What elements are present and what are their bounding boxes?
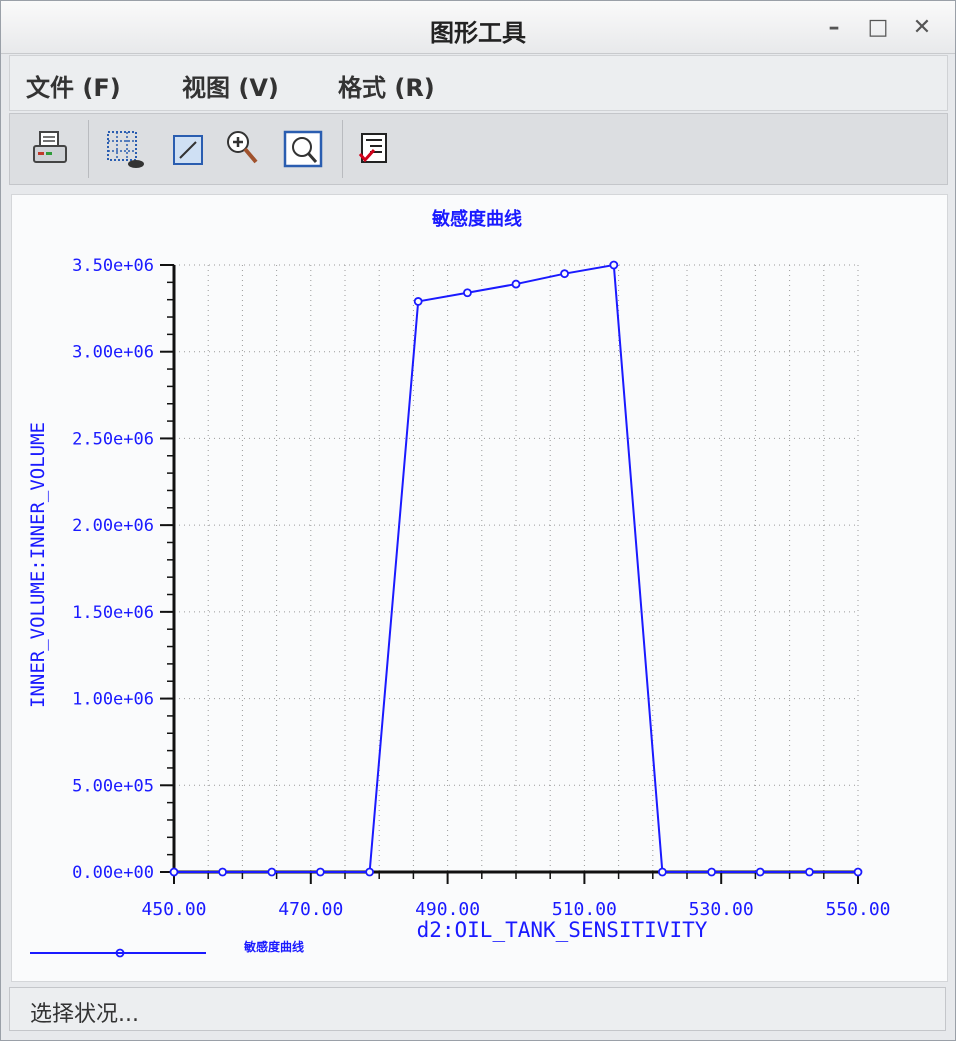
chart-title: 敏感度曲线 — [431, 208, 522, 230]
data-point — [413, 297, 423, 306]
data-point — [805, 867, 814, 877]
y-tick-label: 2.50e+06 — [72, 429, 154, 449]
data-point — [560, 269, 569, 279]
data-point — [365, 867, 375, 877]
y-tick-label: 3.00e+06 — [72, 343, 154, 363]
zoom-in-icon[interactable] — [220, 126, 266, 172]
x-tick-label: 470.00 — [278, 899, 343, 920]
legend: 敏感度曲线 — [30, 939, 304, 958]
data-point — [609, 260, 619, 270]
menu-file[interactable]: 文件 (F) — [26, 68, 121, 103]
data-point — [169, 867, 179, 877]
data-point — [315, 867, 325, 877]
data-point — [511, 279, 521, 289]
data-point — [218, 867, 227, 877]
x-tick-label: 490.00 — [415, 899, 480, 920]
title-bar: 图形工具 – □ ✕ — [1, 1, 955, 54]
status-text: 选择状况... — [30, 1002, 139, 1027]
legend-label: 敏感度曲线 — [243, 939, 304, 954]
minimize-button[interactable]: – — [819, 13, 849, 43]
plot-area[interactable]: 0.00e+00 5.00e+05 1.00e+06 1.50e+06 2.00e+06… — [11, 194, 948, 982]
zoom-fit-icon[interactable] — [280, 126, 326, 172]
data-point — [853, 867, 863, 877]
toolbar — [9, 113, 948, 185]
menu-format[interactable]: 格式 (R) — [338, 68, 435, 103]
data-point — [463, 288, 472, 298]
toolbar-separator — [342, 120, 343, 178]
print-icon[interactable] — [28, 126, 74, 172]
y-tick-label: 1.50e+06 — [72, 603, 154, 623]
toolbar-separator — [88, 120, 89, 178]
data-point — [707, 867, 717, 877]
x-tick-label: 450.00 — [141, 899, 206, 920]
data-point — [267, 867, 277, 877]
maximize-button[interactable]: □ — [863, 13, 893, 43]
y-tick-label: 0.00e+00 — [72, 863, 154, 883]
y-axis-label: INNER_VOLUME:INNER_VOLUME — [27, 422, 49, 708]
status-bar: 选择状况... — [9, 987, 946, 1031]
x-tick-label: 530.00 — [689, 899, 754, 920]
y-tick-label: 1.00e+06 — [72, 690, 154, 710]
menu-bar: 文件 (F) 视图 (V) 格式 (R) — [9, 55, 948, 111]
edit-icon[interactable] — [166, 126, 212, 172]
x-axis-label: d2:OIL_TANK_SENSITIVITY — [417, 918, 708, 942]
graph-tool-window: 图形工具 – □ ✕ 文件 (F) 视图 (V) 格式 (R) 0.00e+00… — [0, 0, 956, 1041]
y-tick-label: 3.50e+06 — [72, 256, 154, 276]
format-icon[interactable] — [352, 126, 398, 172]
x-tick-label: 510.00 — [552, 899, 617, 920]
data-point — [657, 867, 667, 877]
sensitivity-chart: 0.00e+00 5.00e+05 1.00e+06 1.50e+06 2.00e+06… — [27, 208, 891, 958]
y-tick-label: 5.00e+05 — [72, 776, 154, 796]
series-layer — [169, 260, 863, 877]
data-point — [755, 867, 765, 877]
close-button[interactable]: ✕ — [907, 13, 937, 43]
menu-view[interactable]: 视图 (V) — [182, 68, 279, 103]
x-tick-label: 550.00 — [825, 899, 890, 920]
grid-icon[interactable] — [102, 126, 148, 172]
grid-lines — [174, 264, 859, 872]
y-tick-label: 2.00e+06 — [72, 516, 154, 536]
window-title: 图形工具 — [430, 19, 526, 47]
